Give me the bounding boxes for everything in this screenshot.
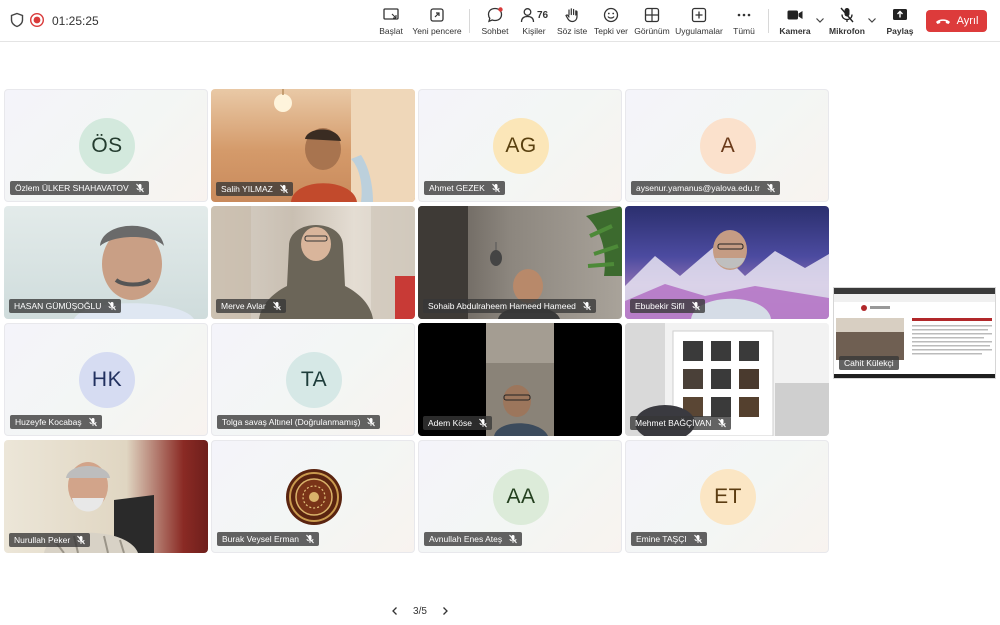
participant-name: Tolga savaş Altınel (Doğrulanmamış) xyxy=(217,415,381,429)
toolbar-divider xyxy=(469,9,470,33)
participant-tile[interactable]: Sohaib Abdulraheem Hameed Hameed xyxy=(418,206,622,319)
participant-tile[interactable]: Mehmet BAĞÇİVAN xyxy=(625,323,829,436)
participant-tile[interactable]: Ebubekir Sifil xyxy=(625,206,829,319)
apps-button[interactable]: Uygulamalar xyxy=(674,6,724,38)
participant-tile[interactable]: AG Ahmet GEZEK xyxy=(418,89,622,202)
gallery-pager: 3/5 xyxy=(390,604,450,618)
mic-muted-icon xyxy=(693,534,702,544)
share-button[interactable]: Paylaş xyxy=(886,6,914,38)
participant-name: Nurullah Peker xyxy=(9,533,91,547)
avatar xyxy=(286,469,342,525)
more-button[interactable]: Tümü xyxy=(732,6,756,38)
start-button[interactable]: Başlat xyxy=(376,6,406,38)
leave-button[interactable]: Ayrıl xyxy=(926,10,987,32)
participant-tile[interactable]: Merve Avlar xyxy=(211,206,415,319)
mic-muted-icon xyxy=(509,534,517,544)
participant-name: Burak Veysel Erman xyxy=(217,532,320,546)
share-screen-icon xyxy=(893,9,907,20)
meeting-toolbar: 01:25:25 Başlat Yeni pencere Sohbet 76 K… xyxy=(0,0,1000,42)
participant-name: Özlem ÜLKER SHAHAVATOV xyxy=(10,181,149,195)
mic-muted-icon xyxy=(306,534,314,544)
view-button[interactable]: Görünüm xyxy=(634,6,670,38)
participant-name: Ebubekir Sifil xyxy=(630,299,705,313)
mic-muted-icon xyxy=(108,301,117,311)
participant-name: Merve Avlar xyxy=(216,299,286,313)
avatar: ET xyxy=(700,469,756,525)
mic-muted-icon xyxy=(135,183,144,193)
participant-name: Ahmet GEZEK xyxy=(424,181,505,195)
camera-icon xyxy=(787,10,803,20)
avatar: AG xyxy=(493,118,549,174)
participant-tile[interactable]: ET Emine TAŞÇI xyxy=(625,440,829,553)
mic-muted-icon xyxy=(767,183,775,193)
avatar: AA xyxy=(493,469,549,525)
react-button[interactable]: Tepki ver xyxy=(594,6,628,38)
participant-name: Emine TAŞÇI xyxy=(631,532,707,546)
participant-name: Avnullah Enes Ateş xyxy=(424,532,523,546)
meeting-timer: 01:25:25 xyxy=(52,14,99,28)
microphone-button[interactable]: Mikrofon xyxy=(829,6,865,38)
chevron-left-icon[interactable] xyxy=(390,606,400,616)
participant-tile[interactable]: Nurullah Peker xyxy=(4,440,208,553)
participant-tile[interactable]: A aysenur.yamanus@yalova.edu.tr xyxy=(625,89,829,202)
mic-muted-icon xyxy=(840,7,854,23)
participant-name: Salih YILMAZ xyxy=(216,182,293,196)
mic-muted-icon xyxy=(491,183,500,193)
mic-muted-icon xyxy=(272,301,281,311)
participant-name: Sohaib Abdulraheem Hameed Hameed xyxy=(423,299,596,313)
participant-tile[interactable]: Adem Köse xyxy=(418,323,622,436)
shield-icon[interactable] xyxy=(9,12,25,28)
participant-name: Cahit Külekçi xyxy=(839,356,899,370)
chevron-down-icon[interactable] xyxy=(815,15,825,25)
people-icon xyxy=(520,8,535,23)
new-window-button[interactable]: Yeni pencere xyxy=(412,6,462,38)
mic-muted-icon xyxy=(367,417,376,427)
people-button[interactable]: 76 Kişiler xyxy=(519,6,549,38)
participant-name: Huzeyfe Kocabaş xyxy=(10,415,102,429)
pop-out-icon xyxy=(430,8,444,22)
add-app-icon xyxy=(691,7,707,23)
people-count: 76 xyxy=(536,9,549,21)
avatar: HK xyxy=(79,352,135,408)
participant-name: HASAN GÜMÜŞOĞLU xyxy=(9,299,122,313)
mic-muted-icon xyxy=(88,417,97,427)
smiley-icon xyxy=(603,7,619,23)
participant-tile[interactable]: Salih YILMAZ xyxy=(211,89,415,202)
mic-muted-icon xyxy=(583,301,591,311)
hang-up-icon xyxy=(935,19,950,24)
participant-tile[interactable]: Burak Veysel Erman xyxy=(211,440,415,553)
participant-tile[interactable]: TA Tolga savaş Altınel (Doğrulanmamış) xyxy=(211,323,415,436)
participant-name: aysenur.yamanus@yalova.edu.tr xyxy=(631,181,780,195)
avatar: A xyxy=(700,118,756,174)
participant-tile[interactable]: ÖS Özlem ÜLKER SHAHAVATOV xyxy=(4,89,208,202)
participant-name: Mehmet BAĞÇİVAN xyxy=(630,416,732,430)
participant-tile[interactable]: HK Huzeyfe Kocabaş xyxy=(4,323,208,436)
toolbar-divider xyxy=(768,9,769,33)
avatar: ÖS xyxy=(79,118,135,174)
screen-share-tile[interactable]: Cahit Külekçi xyxy=(833,287,996,379)
raise-hand-button[interactable]: Söz iste xyxy=(557,6,587,38)
mic-muted-icon xyxy=(479,418,487,428)
participant-tile[interactable]: HASAN GÜMÜŞOĞLU xyxy=(4,206,208,319)
mic-muted-icon xyxy=(691,301,700,311)
page-indicator: 3/5 xyxy=(413,605,427,617)
chat-icon xyxy=(487,7,503,23)
chat-button[interactable]: Sohbet xyxy=(481,6,509,38)
participant-tile[interactable]: AA Avnullah Enes Ateş xyxy=(418,440,622,553)
recording-icon[interactable] xyxy=(29,12,45,28)
hand-icon xyxy=(565,8,578,23)
mic-muted-icon xyxy=(718,418,727,428)
participant-name: Adem Köse xyxy=(423,416,492,430)
camera-button[interactable]: Kamera xyxy=(779,6,811,38)
mic-muted-icon xyxy=(279,184,288,194)
mic-muted-icon xyxy=(77,535,86,545)
grid-view-icon xyxy=(644,7,660,23)
chevron-right-icon[interactable] xyxy=(440,606,450,616)
more-dots-icon xyxy=(737,13,751,17)
avatar: TA xyxy=(286,352,342,408)
chevron-down-icon[interactable] xyxy=(867,15,877,25)
monitor-icon xyxy=(383,8,399,20)
